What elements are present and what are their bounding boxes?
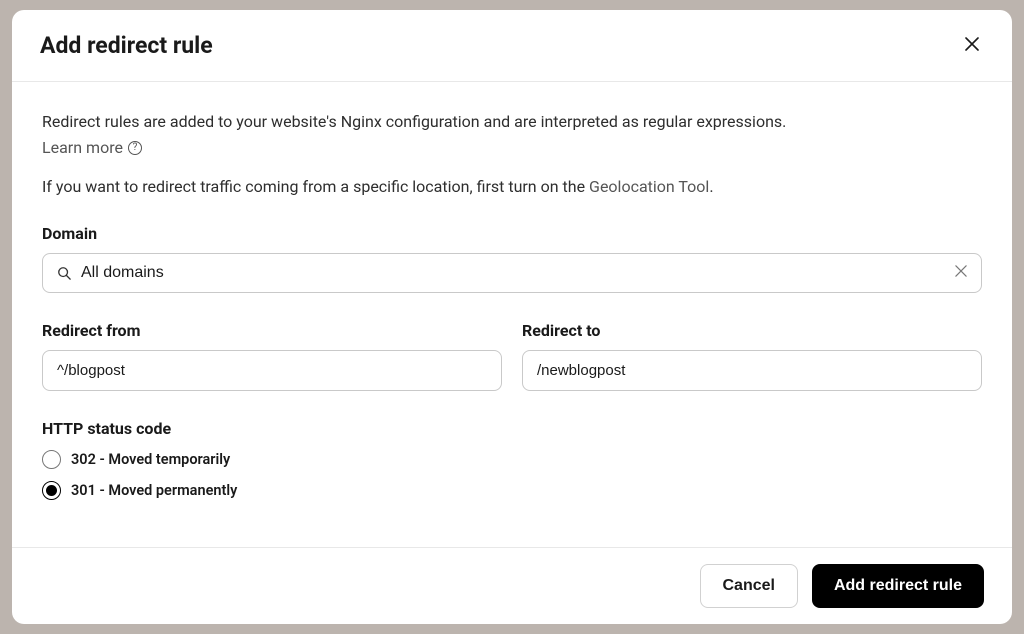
http-status-label: HTTP status code	[42, 419, 982, 438]
close-button[interactable]	[960, 34, 984, 58]
help-icon: ?	[128, 141, 142, 155]
redirect-to-input[interactable]	[522, 350, 982, 391]
redirect-from-input[interactable]	[42, 350, 502, 391]
redirect-to-col: Redirect to	[522, 321, 982, 391]
modal-footer: Cancel Add redirect rule	[12, 547, 1012, 624]
description-text: Redirect rules are added to your website…	[42, 110, 982, 134]
radio-icon-selected	[42, 481, 61, 500]
modal-header: Add redirect rule	[12, 10, 1012, 82]
radio-301-label: 301 - Moved permanently	[71, 482, 237, 499]
modal-body: Redirect rules are added to your website…	[12, 82, 1012, 547]
learn-more-link[interactable]: Learn more ?	[42, 138, 142, 157]
radio-icon	[42, 450, 61, 469]
modal-title: Add redirect rule	[40, 32, 213, 59]
add-redirect-rule-button[interactable]: Add redirect rule	[812, 564, 984, 608]
geo-note-prefix: If you want to redirect traffic coming f…	[42, 177, 589, 196]
geolocation-tool-link[interactable]: Geolocation Tool	[589, 177, 709, 196]
redirect-from-label: Redirect from	[42, 321, 502, 340]
radio-302[interactable]: 302 - Moved temporarily	[42, 450, 230, 469]
add-redirect-rule-modal: Add redirect rule Redirect rules are add…	[12, 10, 1012, 624]
clear-domain-button[interactable]	[955, 264, 967, 282]
domain-field[interactable]	[42, 253, 982, 293]
geo-note-suffix: .	[709, 177, 713, 196]
redirect-from-col: Redirect from	[42, 321, 502, 391]
cancel-button[interactable]: Cancel	[700, 564, 798, 608]
close-icon	[965, 35, 979, 56]
redirect-to-label: Redirect to	[522, 321, 982, 340]
geolocation-note: If you want to redirect traffic coming f…	[42, 177, 982, 196]
clear-icon	[955, 264, 967, 282]
domain-label: Domain	[42, 224, 982, 243]
radio-302-label: 302 - Moved temporarily	[71, 451, 230, 468]
search-icon	[57, 266, 71, 280]
radio-301[interactable]: 301 - Moved permanently	[42, 481, 237, 500]
learn-more-label: Learn more	[42, 138, 123, 157]
domain-input[interactable]	[81, 264, 945, 282]
status-radio-group: 302 - Moved temporarily 301 - Moved perm…	[42, 450, 982, 500]
http-status-section: HTTP status code 302 - Moved temporarily…	[42, 419, 982, 500]
redirect-row: Redirect from Redirect to	[42, 321, 982, 391]
